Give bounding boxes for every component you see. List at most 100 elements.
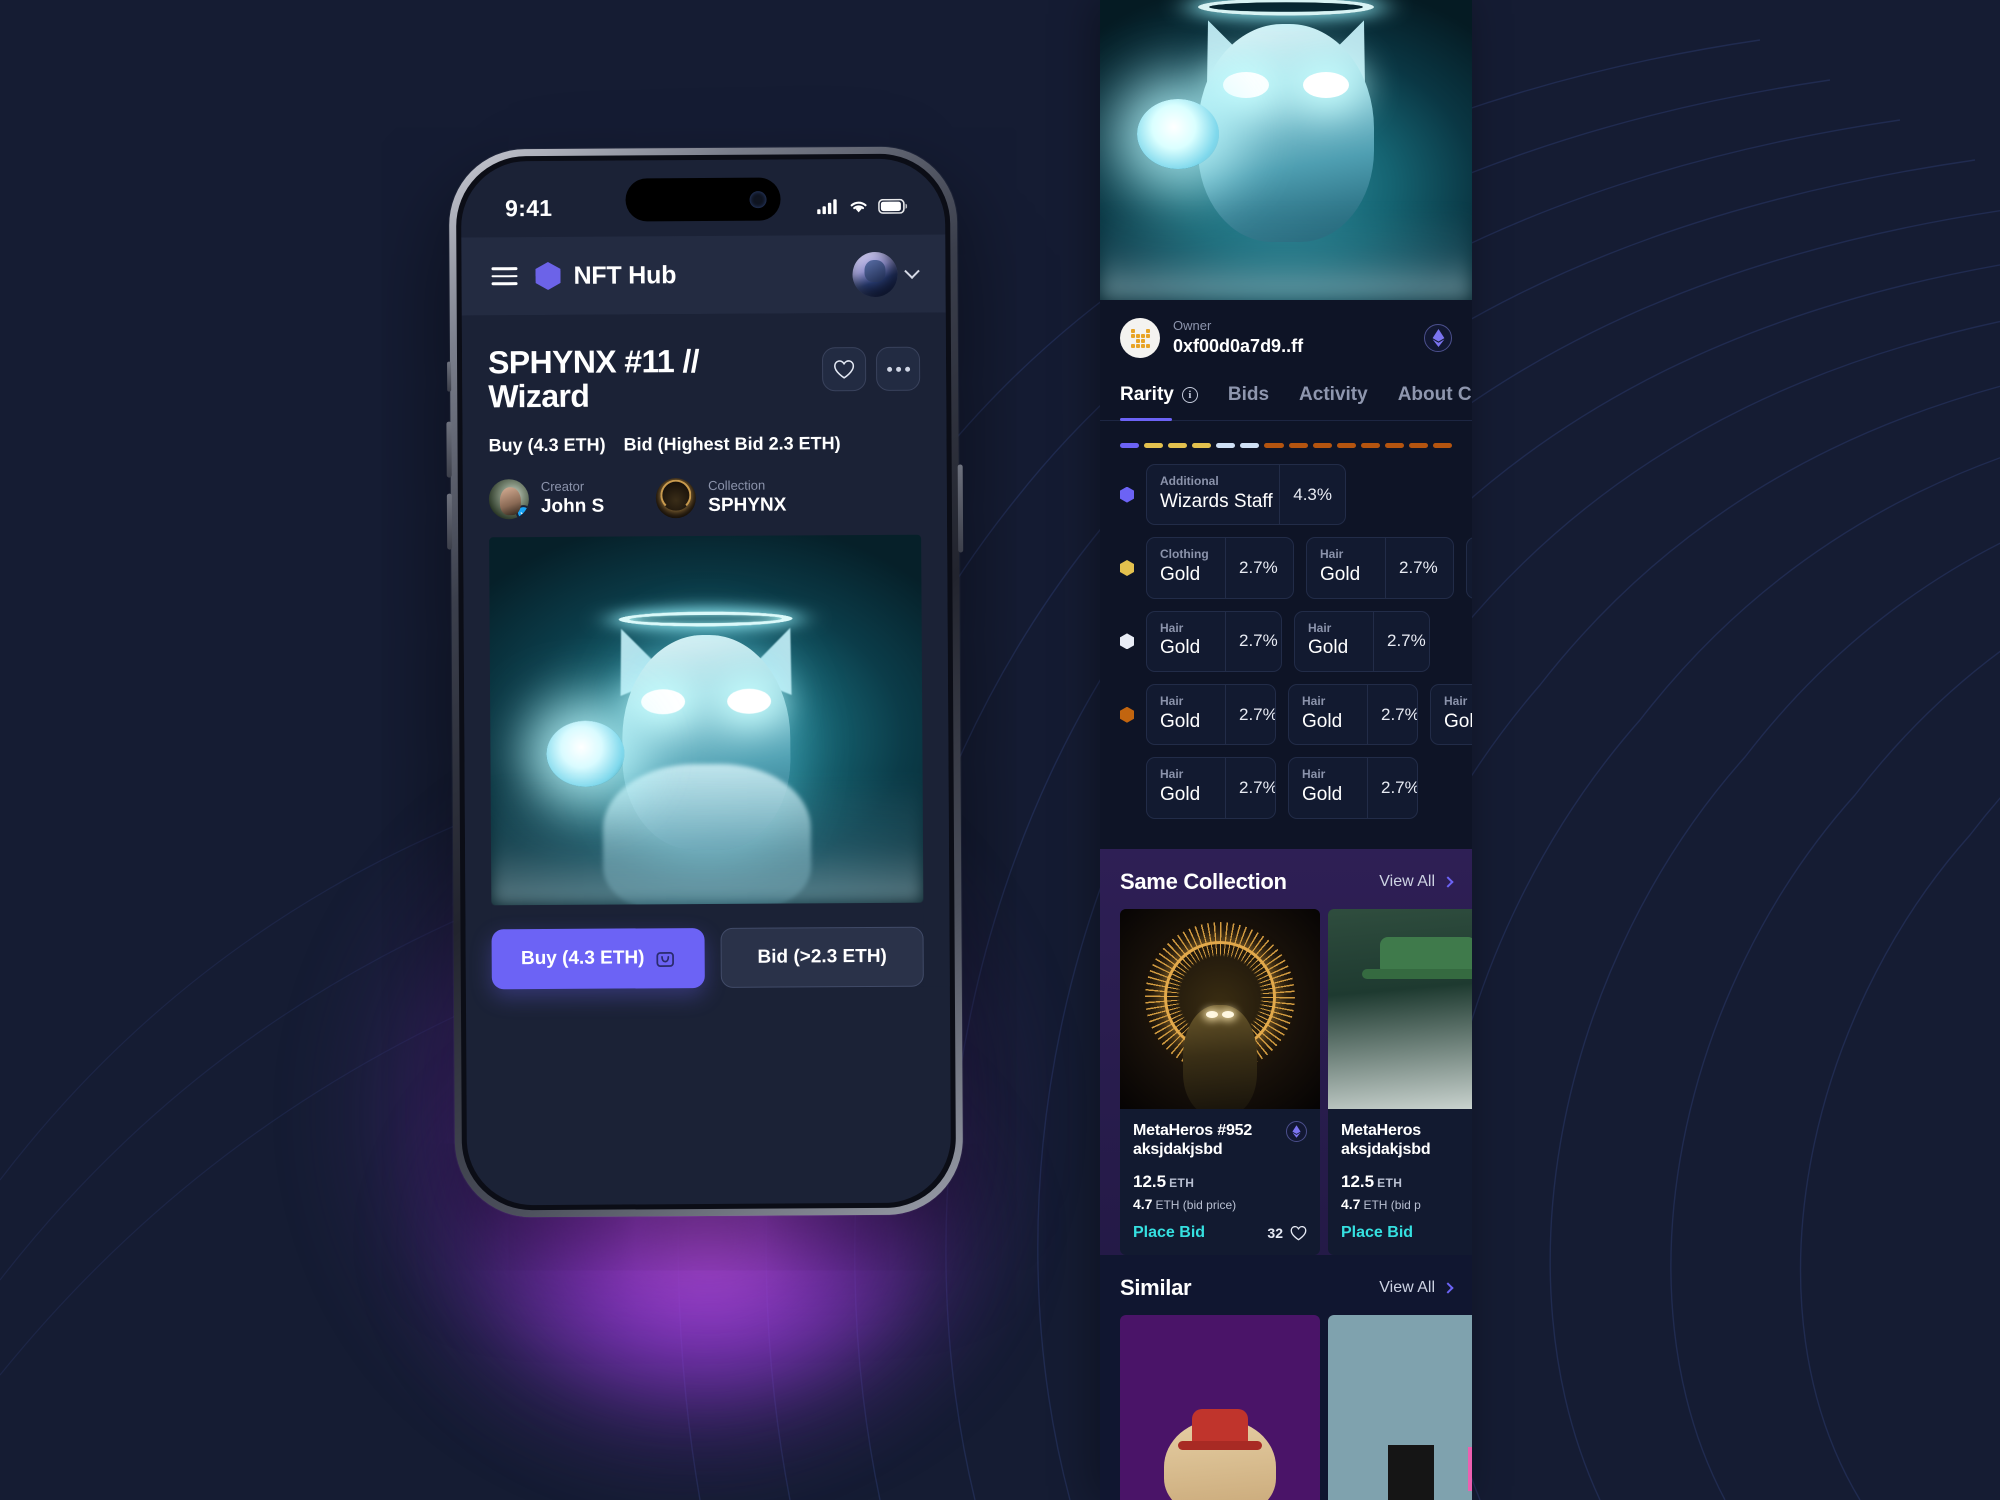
creator-item[interactable]: Creator John S [488,478,605,519]
similar-card-row [1100,1314,1472,1500]
chevron-right-icon [1442,1282,1454,1294]
nft-card-footer: Place Bid [1341,1224,1472,1242]
trait-card[interactable]: HairGold2.7% [1430,684,1472,746]
ellipsis-icon [886,366,910,372]
trait-key: Hair [1160,620,1184,635]
nft-card-title-line1: MetaHeros [1341,1121,1422,1139]
rarity-segment-7 [1288,443,1308,448]
identicon-glyph [1130,328,1150,348]
owner-row[interactable]: Owner 0xf00d0a7d9..ff [1100,300,1472,374]
creator-text: Creator John S [541,478,605,519]
trait-key: Additional [1160,474,1219,488]
price-summary-row: Buy (4.3 ETH) Bid (Highest Bid 2.3 ETH) [488,433,920,457]
chevron-down-icon[interactable] [904,263,920,280]
trait-card-group: Hair Gold 2.7% Hair Gold 2.7% [1146,757,1418,819]
trait-card[interactable]: HairGold2.7% [1288,684,1418,746]
rarity-segment-3 [1192,443,1212,448]
trait-card[interactable]: Additional Wizards Staff 4.3% [1146,464,1346,526]
nft-card-bid-value: 4.7 [1133,1195,1153,1212]
collection-item[interactable]: Collection SPHYNX [656,477,786,518]
trait-rarity-hex-icon [1120,780,1134,796]
trait-percent: 2.7% [1225,538,1291,598]
trait-key: Hair [1302,694,1326,709]
creator-collection-row: Creator John S Collection SPHYNX [488,476,921,519]
similar-card[interactable] [1328,1314,1472,1500]
rarity-segment-10 [1360,443,1380,448]
nft-artwork-image[interactable] [489,534,924,906]
info-circle-icon[interactable]: i [1181,387,1198,403]
owner-address: 0xf00d0a7d9..ff [1173,336,1304,357]
trait-key: Hair [1160,767,1184,782]
trait-rarity-hex-icon [1120,486,1134,503]
nft-card-title-line2: aksjdakjsbd [1341,1141,1431,1159]
favorite-button[interactable] [821,347,867,392]
creator-avatar [488,478,529,519]
header-account-group[interactable] [852,251,920,297]
same-collection-title: Same Collection [1120,868,1287,894]
more-options-button[interactable] [875,346,921,391]
same-collection-card-row: MetaHeros #952 aksjdakjsbd 12.5 ETH 4.7 … [1100,908,1472,1255]
trait-card[interactable]: HairGold2.7% [1146,757,1276,819]
nft-detail-content: SPHYNX #11 // Wizard Buy (4.3 ETH) Bid (… [461,312,950,990]
panel-artwork-image[interactable] [1100,0,1472,300]
tab-rarity[interactable]: Rarity i [1120,384,1198,421]
collection-name: SPHYNX [708,494,787,516]
place-bid-button[interactable]: Place Bid [1133,1224,1205,1242]
chevron-right-icon [1442,876,1454,888]
tab-activity[interactable]: Activity [1299,384,1368,420]
nft-card-likes[interactable]: 32 [1267,1225,1307,1241]
same-collection-view-all[interactable]: View All [1379,872,1454,891]
view-all-label: View All [1379,872,1435,890]
nft-card-title-row: MetaHeros #952 aksjdakjsbd [1133,1120,1307,1160]
rarity-segment-13 [1433,443,1453,448]
bid-button-label: Bid (>2.3 ETH) [757,945,887,968]
tab-about-collection[interactable]: About C [1398,384,1472,420]
app-title: NFT Hub [573,260,677,290]
bid-button[interactable]: Bid (>2.3 ETH) [720,926,924,988]
trait-value: Gold [1160,563,1201,585]
metaheros-green-hat-artwork [1328,908,1472,1109]
user-avatar[interactable] [852,251,898,297]
trait-card[interactable]: HairGold2.7% [1466,537,1472,599]
similar-view-all[interactable]: View All [1379,1279,1454,1297]
phone-bezel: 9:41 NFT Hub SPHYNX #11 // Wizard Buy (4… [455,153,957,1211]
phone-mute-switch[interactable] [447,361,452,392]
phone-volume-down-button[interactable] [446,493,453,550]
trait-card[interactable]: HairGold2.7% [1146,684,1276,746]
tab-bids[interactable]: Bids [1228,384,1269,420]
nft-card-price-value: 12.5 [1133,1171,1167,1191]
collection-label: Collection [708,478,766,494]
buy-button[interactable]: Buy (4.3 ETH) [491,927,705,990]
trait-card[interactable]: HairGold2.7% [1306,537,1454,599]
similar-section: Similar View All [1100,1254,1472,1500]
likes-count: 32 [1267,1224,1283,1241]
phone-mockup: 9:41 NFT Hub SPHYNX #11 // Wizard Buy (4… [446,146,964,1218]
panel-artwork-eye-right [1303,72,1350,98]
place-bid-button[interactable]: Place Bid [1341,1224,1413,1242]
panel-artwork-mist [1100,210,1472,300]
phone-volume-up-button[interactable] [446,421,452,478]
trait-card-main: Additional Wizards Staff [1147,465,1279,524]
phone-power-button[interactable] [957,464,964,553]
trait-card[interactable]: HairGold2.7% [1146,610,1282,673]
cellular-signal-icon [817,199,837,215]
nft-card[interactable]: MetaHeros #952 aksjdakjsbd 12.5 ETH 4.7 … [1120,908,1320,1255]
trait-card-main: HairGold [1147,685,1225,744]
page-title: SPHYNX #11 // Wizard [487,343,700,415]
artwork-eye-right [726,688,772,714]
trait-card-main: Clothing Gold [1147,538,1225,597]
ethereum-diamond-icon [1424,324,1452,352]
trait-card[interactable]: HairGold2.7% [1288,757,1418,819]
rarity-segment-5 [1240,443,1260,448]
similar-card[interactable] [1120,1314,1320,1500]
tab-bids-label: Bids [1227,384,1270,405]
trait-card-group: Hair Gold 2.7% Hair Gold 2.7% [1146,610,1430,673]
trait-card[interactable]: HairGold2.7% [1294,610,1430,673]
trait-row: Hair Gold 2.7% Hair Gold 2.7% [1120,757,1472,819]
trait-card[interactable]: Clothing Gold 2.7% [1146,537,1294,599]
trait-percent: 2.7% [1225,758,1275,818]
hamburger-menu-icon[interactable] [491,267,518,286]
trait-row: Additional Wizards Staff 4.3% [1120,464,1472,526]
nft-card[interactable]: MetaHeros aksjdakjsbd 12.5 ETH 4.7 ETH (bi… [1328,908,1472,1255]
rarity-segment-bar [1100,421,1472,464]
